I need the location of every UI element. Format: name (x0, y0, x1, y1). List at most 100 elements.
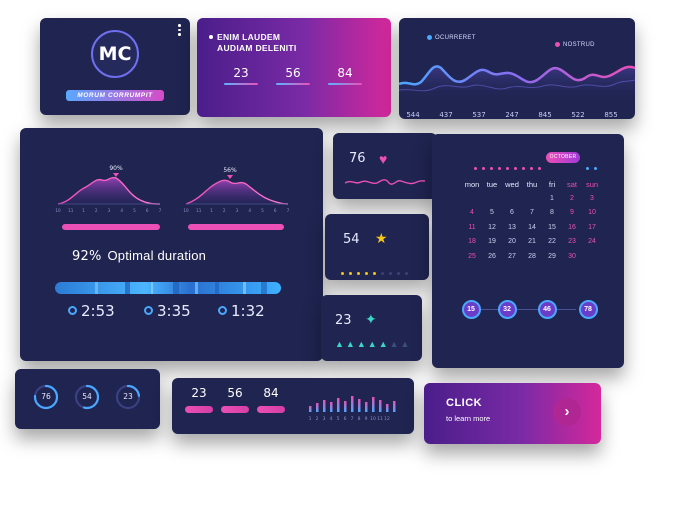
calendar-day[interactable]: 27 (502, 253, 522, 268)
left-peak-label: 90% (109, 165, 123, 172)
right-peak-marker (227, 175, 233, 179)
rating-dot (373, 272, 376, 275)
mini-bar-label: 9 (365, 416, 368, 422)
progress-ring: 54 (73, 383, 101, 411)
calendar-day[interactable]: 19 (482, 238, 502, 253)
calendar-day (582, 253, 602, 268)
calendar-day[interactable]: 15 (542, 224, 562, 239)
calendar-day[interactable]: 5 (482, 209, 502, 224)
click-cta-card[interactable]: CLICK to learn more › (424, 383, 601, 444)
mini-bar-label: 7 (351, 416, 354, 422)
calendar-weekday: wed (505, 180, 519, 189)
stat-item: 84 (325, 66, 365, 87)
wave-value: 522 (571, 111, 585, 119)
mini-bar-label: 2 (316, 416, 319, 422)
axis-tick-label: 2 (223, 208, 226, 213)
calendar-day[interactable]: 26 (482, 253, 502, 268)
calendar-week-row: 11 12 13 14 15 16 17 (462, 224, 602, 239)
calendar-day[interactable]: 6 (502, 209, 522, 224)
calendar-day[interactable]: 18 (462, 238, 482, 253)
calendar-day (462, 195, 482, 210)
tree-icon: ▲ (400, 339, 412, 349)
axis-tick-label: 11 (196, 208, 202, 213)
stat-value: 56 (285, 66, 301, 80)
eco-value: 23 (335, 313, 352, 328)
calendar-day[interactable]: 29 (542, 253, 562, 268)
mini-bar-label: 1 (309, 416, 312, 422)
mini-bar (316, 403, 319, 412)
calendar-day[interactable]: 16 (562, 224, 582, 239)
calendar-day[interactable]: 25 (462, 253, 482, 268)
legend-label: NOSTRUD (563, 42, 595, 49)
progress-ring-value: 76 (41, 392, 51, 401)
calendar-day[interactable]: 1 (542, 195, 562, 210)
logo-ribbon: MORUM CORRUMPIT (66, 90, 164, 101)
calendar-day (482, 195, 502, 210)
wave-value: 247 (505, 111, 519, 119)
calendar-day[interactable]: 10 (582, 209, 602, 224)
calendar-day[interactable]: 14 (522, 224, 542, 239)
calendar-day[interactable]: 3 (582, 195, 602, 210)
calendar-day[interactable]: 21 (522, 238, 542, 253)
logo-initials: MC (91, 30, 139, 78)
calendar-prev-dots (474, 157, 546, 175)
bar-stat-pill (185, 406, 213, 413)
kebab-menu-icon[interactable] (178, 24, 182, 38)
calendar-stat-value: 15 (461, 300, 481, 319)
calendar-day[interactable]: 20 (502, 238, 522, 253)
heart-rate-card: 76 ♥ (333, 133, 437, 199)
tree-icon: ▲ (345, 339, 357, 349)
mini-bar (323, 400, 326, 412)
axis-tick-label: 7 (159, 208, 162, 213)
progress-ring-value: 23 (123, 392, 133, 401)
mini-bar (351, 396, 354, 412)
calendar-day[interactable]: 30 (562, 253, 582, 268)
mini-bar (309, 406, 312, 412)
calendar-week-row: 123 (462, 195, 602, 210)
calendar-day[interactable]: 7 (522, 209, 542, 224)
axis-tick-label: 7 (287, 208, 290, 213)
legend-label: OCURRERET (435, 35, 476, 42)
optimal-duration-card: 90% 56% 10 11 1 2 3 4 5 6 7 10 11 1 2 3 4 5 6 7 92% Optim… (20, 128, 323, 361)
calendar-day[interactable]: 28 (522, 253, 542, 268)
rating-dot (349, 272, 352, 275)
mini-bar-label: 11 (377, 416, 383, 422)
mini-bar (393, 401, 396, 412)
calendar-day[interactable]: 22 (542, 238, 562, 253)
calendar-day[interactable]: 9 (562, 209, 582, 224)
rating-dot (389, 272, 392, 275)
chevron-right-icon[interactable]: › (553, 398, 581, 426)
calendar-day[interactable]: 23 (562, 238, 582, 253)
axis-tick-label: 3 (236, 208, 239, 213)
axis-tick-label: 1 (210, 208, 213, 213)
tree-icon: ▲ (389, 339, 401, 349)
title-line-1: ENIM LAUDEM (217, 32, 281, 42)
calendar-day[interactable]: 2 (562, 195, 582, 210)
stats-header-card: ENIM LAUDEM AUDIAM DELENITI 23 56 84 (197, 18, 391, 117)
calendar-weekday: fri (548, 180, 556, 189)
axis-tick-label: 5 (133, 208, 136, 213)
calendar-day[interactable]: 24 (582, 238, 602, 253)
mini-bar (337, 398, 340, 412)
calendar-month-badge[interactable]: OCTOBER (546, 152, 580, 163)
bar-stat: 56 (220, 386, 250, 413)
legend-item-nostrud: NOSTRUD (555, 42, 595, 48)
axis-tick-label: 10 (183, 208, 189, 213)
stat-value: 23 (233, 66, 249, 80)
leaf-icon: ✦ (365, 311, 377, 327)
calendar-day[interactable]: 17 (582, 224, 602, 239)
legend-dot (555, 42, 560, 47)
calendar-weekday: tue (486, 180, 498, 189)
left-chart-area (58, 177, 160, 204)
calendar-day[interactable]: 4 (462, 209, 482, 224)
bar-stat-value: 23 (191, 386, 207, 400)
calendar-stat: 15 (460, 300, 482, 319)
calendar-day[interactable]: 13 (502, 224, 522, 239)
calendar-day[interactable]: 8 (542, 209, 562, 224)
calendar-day[interactable]: 12 (482, 224, 502, 239)
mini-bar-label: 6 (344, 416, 347, 422)
mini-bar (365, 402, 368, 412)
axis-tick-label: 2 (95, 208, 98, 213)
mini-bar (379, 400, 382, 412)
calendar-day[interactable]: 11 (462, 224, 482, 239)
